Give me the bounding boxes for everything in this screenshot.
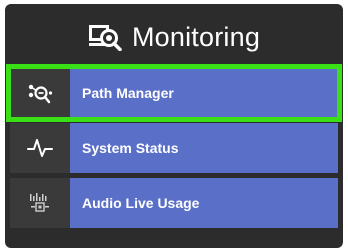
menu-item-path-manager[interactable]: Path Manager xyxy=(6,64,342,122)
menu-icon-cell xyxy=(10,68,70,118)
monitoring-search-icon xyxy=(88,25,122,51)
menu-icon-cell xyxy=(10,123,70,173)
menu-icon-cell xyxy=(10,178,70,228)
page-title: Monitoring xyxy=(131,21,261,52)
menu-item-label: System Status xyxy=(82,140,179,156)
menu-item-label: Audio Live Usage xyxy=(82,195,200,211)
pulse-icon xyxy=(27,139,53,157)
monitoring-panel: Monitoring Path Manager System Status Au… xyxy=(5,4,343,248)
panel-header: Monitoring xyxy=(5,4,343,70)
menu-item-label: Path Manager xyxy=(82,85,174,101)
menu-item-system-status[interactable]: System Status xyxy=(10,123,338,173)
menu-item-audio-live-usage[interactable]: Audio Live Usage xyxy=(10,178,338,228)
audio-usage-icon xyxy=(30,193,49,212)
path-manager-icon xyxy=(28,84,53,104)
monitoring-menu: Path Manager System Status Audio Live Us… xyxy=(6,64,342,233)
